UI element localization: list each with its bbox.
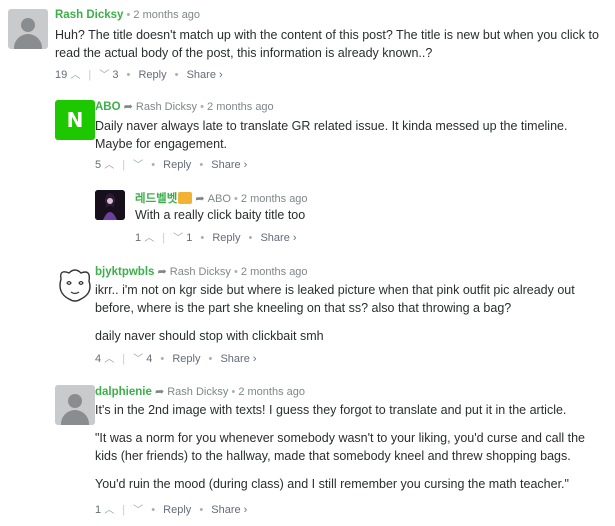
doodle-face-icon[interactable] bbox=[55, 265, 95, 305]
share-button[interactable]: Share › bbox=[211, 159, 247, 171]
reply-arrow-icon: ➦ bbox=[195, 193, 205, 205]
upvote-count: 1 bbox=[135, 232, 142, 244]
downvote-icon[interactable]: ﹀ bbox=[133, 505, 143, 516]
timestamp[interactable]: 2 months ago bbox=[241, 266, 308, 278]
comment-paragraph: Huh? The title doesn't match up with the… bbox=[55, 28, 599, 60]
downvote-icon[interactable]: ﹀ bbox=[99, 70, 109, 81]
comment-paragraph: It's in the 2nd image with texts! I gues… bbox=[95, 403, 567, 417]
author-name[interactable]: bjyktpwbls bbox=[95, 266, 154, 278]
comment: N ABO ➦ Rash Dicksy • 2 months ago Daily… bbox=[55, 100, 608, 180]
upvote-icon[interactable]: ︿ bbox=[104, 505, 114, 516]
comment-paragraph: ikrr.. i'm not on kgr side but where is … bbox=[95, 283, 575, 315]
author-name[interactable]: dalphienie bbox=[95, 386, 152, 398]
downvote-count: 1 bbox=[186, 232, 193, 244]
comment: dalphienie ➦ Rash Dicksy • 2 months ago … bbox=[55, 385, 608, 520]
comment-footer: 19 ︿ | ﹀ 3 • Reply • Share › bbox=[55, 69, 223, 81]
comment-body: ikrr.. i'm not on kgr side but where is … bbox=[95, 281, 607, 345]
comment-paragraph: "It was a norm for you whenever somebody… bbox=[95, 431, 586, 463]
comment-footer: 4 ︿ | ﹀ 4 • Reply • Share › bbox=[95, 353, 257, 365]
user-avatar-icon[interactable] bbox=[55, 385, 95, 425]
comment-paragraph: daily naver should stop with clickbait s… bbox=[95, 329, 324, 343]
share-button[interactable]: Share › bbox=[260, 232, 296, 244]
reply-button[interactable]: Reply bbox=[163, 504, 191, 516]
author-name[interactable]: ABO bbox=[95, 101, 121, 113]
upvote-count: 4 bbox=[95, 353, 102, 365]
share-button[interactable]: Share › bbox=[211, 504, 247, 516]
reply-to-name[interactable]: Rash Dicksy bbox=[170, 266, 231, 278]
reply-button[interactable]: Reply bbox=[172, 353, 200, 365]
author-name[interactable]: 레드벨벳 bbox=[135, 193, 177, 205]
reply-arrow-icon: ➦ bbox=[154, 386, 165, 398]
comment-body: With a really click baity title too bbox=[135, 206, 605, 224]
comment: Rash Dicksy • 2 months ago Huh? The titl… bbox=[8, 9, 608, 89]
portrait-art-icon[interactable] bbox=[95, 190, 125, 220]
naver-logo-icon[interactable]: N bbox=[55, 100, 95, 140]
comment: 레드벨벳 ➦ ABO • 2 months ago With a really … bbox=[95, 190, 608, 250]
timestamp[interactable]: 2 months ago bbox=[207, 101, 274, 113]
upvote-icon[interactable]: ︿ bbox=[104, 160, 114, 171]
share-button[interactable]: Share › bbox=[187, 69, 223, 81]
comment-footer: 5 ︿ | ﹀ • Reply • Share › bbox=[95, 159, 248, 171]
upvote-icon[interactable]: ︿ bbox=[70, 70, 80, 81]
timestamp[interactable]: 2 months ago bbox=[241, 193, 308, 205]
downvote-icon[interactable]: ﹀ bbox=[173, 233, 183, 244]
upvote-count: 1 bbox=[95, 504, 102, 516]
comment-meta: ABO ➦ Rash Dicksy • 2 months ago bbox=[95, 101, 274, 113]
comment-footer: 1 ︿ | ﹀ 1 • Reply • Share › bbox=[135, 232, 297, 244]
comment-meta: 레드벨벳 ➦ ABO • 2 months ago bbox=[135, 192, 308, 205]
share-button[interactable]: Share › bbox=[220, 353, 256, 365]
comment: bjyktpwbls ➦ Rash Dicksy • 2 months ago … bbox=[55, 265, 608, 370]
reply-button[interactable]: Reply bbox=[163, 159, 191, 171]
reply-arrow-icon: ➦ bbox=[123, 101, 133, 113]
comment-meta: Rash Dicksy • 2 months ago bbox=[55, 9, 201, 21]
comment-body: Daily naver always late to translate GR … bbox=[95, 117, 607, 153]
reply-arrow-icon: ➦ bbox=[157, 266, 167, 278]
downvote-icon[interactable]: ﹀ bbox=[133, 354, 143, 365]
comment-body: It's in the 2nd image with texts! I gues… bbox=[95, 401, 607, 493]
comment-footer: 1 ︿ | ﹀ • Reply • Share › bbox=[95, 504, 248, 516]
reply-button[interactable]: Reply bbox=[138, 69, 166, 81]
reply-to-name[interactable]: Rash Dicksy bbox=[167, 386, 228, 398]
emoji-icon bbox=[178, 192, 193, 204]
user-avatar-icon[interactable] bbox=[8, 9, 48, 49]
downvote-count: 3 bbox=[112, 69, 119, 81]
comment-paragraph: With a really click baity title too bbox=[135, 208, 306, 222]
reply-button[interactable]: Reply bbox=[212, 232, 240, 244]
author-name[interactable]: Rash Dicksy bbox=[55, 9, 123, 21]
comment-paragraph: Daily naver always late to translate GR … bbox=[95, 119, 568, 151]
upvote-icon[interactable]: ︿ bbox=[144, 233, 154, 244]
comment-paragraph: You'd ruin the mood (during class) and I… bbox=[95, 477, 569, 491]
reply-to-name[interactable]: ABO bbox=[208, 193, 231, 205]
upvote-count: 5 bbox=[95, 159, 102, 171]
comment-meta: dalphienie ➦ Rash Dicksy • 2 months ago bbox=[95, 386, 305, 398]
downvote-icon[interactable]: ﹀ bbox=[133, 160, 143, 171]
timestamp[interactable]: 2 months ago bbox=[133, 9, 200, 21]
reply-to-name[interactable]: Rash Dicksy bbox=[136, 101, 197, 113]
comment-body: Huh? The title doesn't match up with the… bbox=[55, 26, 607, 62]
comment-meta: bjyktpwbls ➦ Rash Dicksy • 2 months ago bbox=[95, 266, 308, 278]
upvote-count: 19 bbox=[55, 69, 68, 81]
timestamp[interactable]: 2 months ago bbox=[238, 386, 305, 398]
downvote-count: 4 bbox=[146, 353, 153, 365]
upvote-icon[interactable]: ︿ bbox=[104, 354, 114, 365]
